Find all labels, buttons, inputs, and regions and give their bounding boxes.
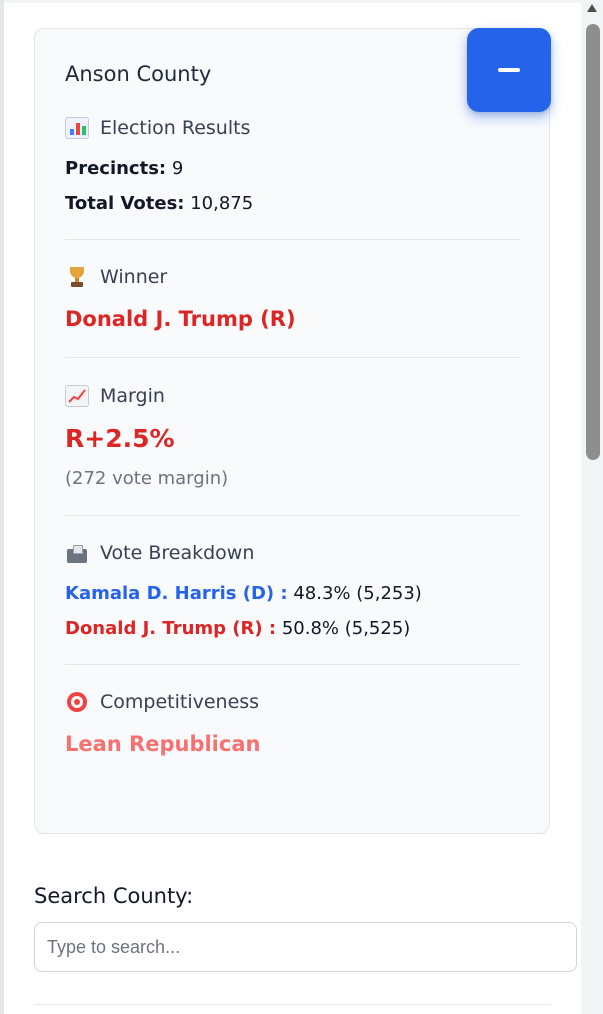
search-input[interactable] <box>34 922 577 972</box>
competitiveness-title: Competitiveness <box>100 691 260 713</box>
precincts-row: Precincts: 9 <box>65 158 183 179</box>
ballot-box-icon <box>65 542 89 564</box>
minus-icon <box>498 68 520 72</box>
competitiveness-value: Lean Republican <box>65 732 261 756</box>
bar-chart-icon <box>65 117 89 139</box>
winner-title: Winner <box>100 266 168 288</box>
top-edge <box>0 0 603 3</box>
total-votes-value: 10,875 <box>190 193 254 214</box>
election-results-title: Election Results <box>100 117 251 139</box>
left-edge <box>0 0 4 1014</box>
competitiveness-heading: Competitiveness <box>65 691 259 713</box>
scroll-up-arrow[interactable] <box>587 4 597 12</box>
search-label: Search County: <box>34 884 194 908</box>
divider <box>34 1004 551 1005</box>
margin-title: Margin <box>100 385 165 407</box>
target-icon <box>65 691 89 713</box>
collapse-button[interactable] <box>467 28 551 112</box>
margin-detail: (272 vote margin) <box>65 468 229 489</box>
scrollbar-thumb[interactable] <box>586 24 600 460</box>
divider <box>65 515 520 516</box>
total-votes-row: Total Votes: 10,875 <box>65 193 253 214</box>
candidate-result: 48.3% (5,253) <box>293 583 422 604</box>
vote-breakdown-title: Vote Breakdown <box>100 542 255 564</box>
election-results-heading: Election Results <box>65 117 250 139</box>
margin-heading: Margin <box>65 385 165 407</box>
divider <box>65 357 520 358</box>
winner-name: Donald J. Trump (R) <box>65 307 296 331</box>
winner-heading: Winner <box>65 266 167 288</box>
candidate-name: Kamala D. Harris (D) : <box>65 583 288 604</box>
divider <box>65 664 520 665</box>
chart-increasing-icon <box>65 385 89 407</box>
candidate-row-trump: Donald J. Trump (R) : 50.8% (5,525) <box>65 618 410 639</box>
precincts-value: 9 <box>171 158 184 179</box>
county-name: Anson County <box>65 62 212 86</box>
candidate-row-harris: Kamala D. Harris (D) : 48.3% (5,253) <box>65 583 422 604</box>
vote-breakdown-heading: Vote Breakdown <box>65 542 254 564</box>
margin-value: R+2.5% <box>65 424 175 453</box>
precincts-label: Precincts: <box>65 158 167 179</box>
divider <box>65 239 520 240</box>
trophy-icon <box>65 266 89 288</box>
candidate-result: 50.8% (5,525) <box>281 618 411 639</box>
total-votes-label: Total Votes: <box>65 193 185 214</box>
candidate-name: Donald J. Trump (R) : <box>65 618 277 639</box>
